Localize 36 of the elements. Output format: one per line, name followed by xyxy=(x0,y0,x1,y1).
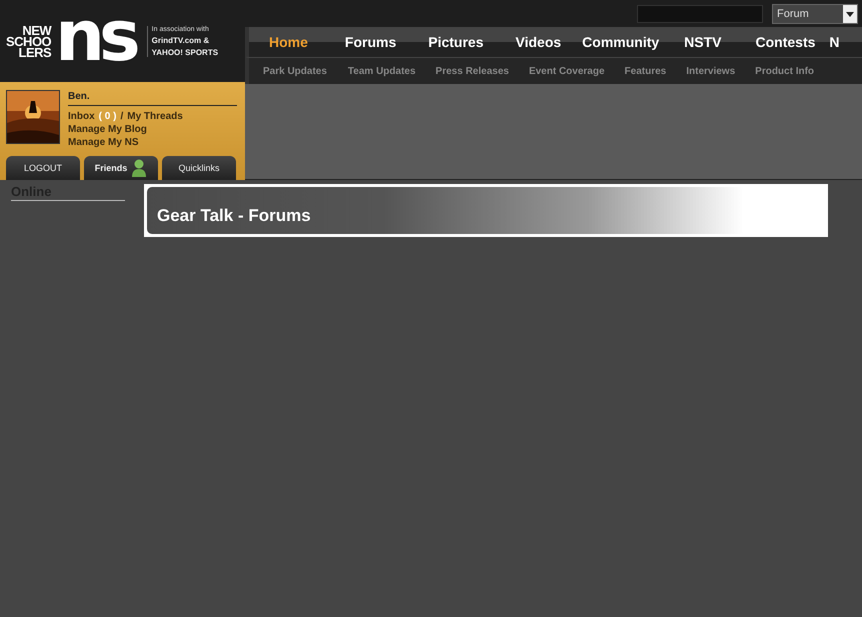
subnav-link[interactable]: Team Updates xyxy=(348,66,416,76)
partner-logo[interactable]: GrindTV.com & xyxy=(152,36,218,44)
search-field[interactable] xyxy=(637,4,763,22)
subnav-link[interactable]: Features xyxy=(624,66,666,76)
nav-tab[interactable]: N xyxy=(829,34,840,50)
panel-tab[interactable]: Quicklinks xyxy=(162,156,236,180)
panel-tab[interactable]: LOGOUT xyxy=(6,156,80,180)
subnav-link[interactable]: Product Info xyxy=(755,66,814,76)
panel-tab[interactable]: Friends xyxy=(84,156,158,180)
section-select[interactable]: Forum xyxy=(772,4,858,24)
caret-icon xyxy=(843,4,857,22)
subnav-link[interactable]: Interviews xyxy=(686,66,736,76)
logo-text: SCHOO xyxy=(6,36,52,46)
logo-mark[interactable]: ns xyxy=(55,6,135,66)
inbox-count: ( 0 ) xyxy=(98,110,116,123)
nav-tab[interactable]: Videos xyxy=(516,34,562,50)
separator: / xyxy=(120,110,124,123)
logo-text: LERS xyxy=(18,46,52,58)
nav-tab[interactable]: Community xyxy=(582,34,660,50)
threads-link[interactable]: My Threads xyxy=(127,110,183,123)
inbox-link[interactable]: Inbox xyxy=(68,110,95,123)
page-title: Gear Talk - Forums xyxy=(157,206,311,226)
subnav-link[interactable]: Event Coverage xyxy=(528,66,605,76)
nav-tab[interactable]: Pictures xyxy=(428,34,484,50)
partner-logo[interactable]: YAHOO! SPORTS xyxy=(152,48,218,56)
logo-text: NEW xyxy=(22,24,52,36)
account-link[interactable]: Manage My Blog xyxy=(68,123,237,136)
person-icon xyxy=(131,159,148,177)
nav-tab[interactable]: Home xyxy=(269,34,308,50)
user-name: Ben. xyxy=(68,90,237,106)
account-link[interactable]: Manage My NS xyxy=(68,136,237,149)
subnav-link[interactable]: Park Updates xyxy=(263,66,327,76)
subnav-link[interactable]: Press Releases xyxy=(436,66,509,76)
nav-tab[interactable]: Contests xyxy=(756,34,816,50)
nav-tab[interactable]: NSTV xyxy=(684,34,722,50)
nav-tab[interactable]: Forums xyxy=(344,34,396,50)
